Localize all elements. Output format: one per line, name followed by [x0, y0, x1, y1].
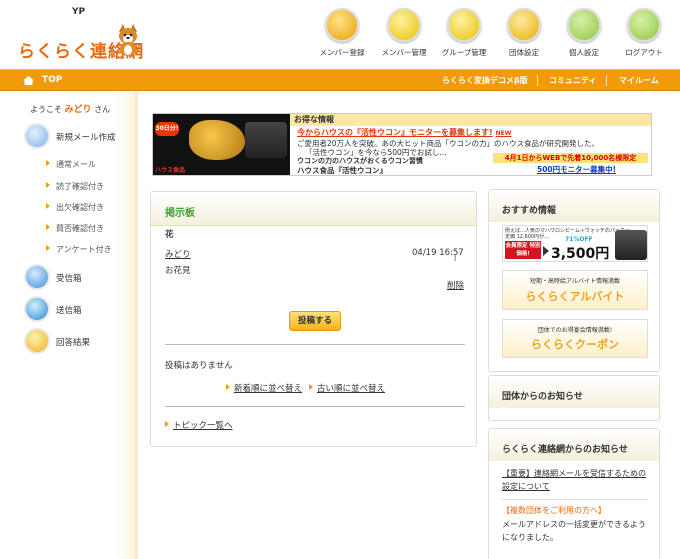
banner-brand: ハウス食品 [155, 167, 186, 174]
ad-member-badge: 会員限定 特別価格! [505, 241, 541, 259]
divider [165, 344, 465, 345]
nav-group-settings[interactable]: 団体設定 [494, 8, 554, 60]
ad-photo [615, 230, 647, 260]
news-item-body: メールアドレスの一括変更ができるようになりました。 [502, 520, 646, 542]
ad-price: 3,500円 [551, 246, 610, 262]
results-icon [24, 328, 50, 354]
banner-line5: ハウス食品『活性ウコン』 [297, 166, 387, 175]
sidebar-inbox[interactable]: 受信箱 [56, 272, 82, 284]
site-news-title: らくらく連絡網からのお知らせ [502, 445, 628, 455]
nav-member-register[interactable]: メンバー登録 [312, 8, 372, 60]
sidebar-results[interactable]: 回答結果 [56, 336, 90, 348]
promo-banner[interactable]: 30日分! ハウス食品 お得な情報 今からハウスの『活性ウコン』モニターを募集し… [152, 113, 652, 176]
new-mail-icon [24, 123, 50, 149]
news-item-title[interactable]: 【複数団体をご利用の方へ】 [502, 505, 606, 516]
text-cursor-icon: I [454, 254, 457, 263]
site-news-box: らくらく連絡網からのお知らせ 【重要】連絡網メールを受信するための設定について … [488, 428, 660, 559]
board-header: 掲示板 [151, 192, 476, 226]
page: YP らくらく連絡網 メンバー登録 メンバー管理 グループ管理 団体設定 個人設… [0, 0, 680, 559]
ad-arbeit[interactable]: 短期・高時給アルバイト情報満載 らくらくアルバイト [502, 270, 648, 310]
sidebar-item-attendance-confirm[interactable]: 出欠確認付き [46, 202, 104, 213]
nav-member-manage[interactable]: メンバー管理 [374, 8, 434, 60]
sort-oldest-link[interactable]: 古い順に並べ替え [309, 382, 385, 394]
no-posts-text: 投稿はありません [165, 361, 233, 371]
member-manage-icon [387, 8, 421, 42]
inbox-icon [24, 264, 50, 290]
bar-link-myroom[interactable]: マイルーム [619, 75, 659, 86]
post-body: お花見 [165, 266, 191, 276]
recommend-header: おすすめ情報 [489, 190, 659, 222]
product-pack-image [245, 122, 287, 158]
topic-title: 花 [165, 230, 174, 240]
sort-newest-link[interactable]: 新着順に並べ替え [226, 382, 302, 394]
sidebar-item-read-confirm[interactable]: 読了確認付き [46, 181, 104, 192]
sidebar-item-normal-mail[interactable]: 通常メール [46, 159, 96, 170]
post-button[interactable]: 投稿する [289, 311, 341, 331]
banner-badge: 30日分! [155, 122, 179, 136]
recommend-title: おすすめ情報 [502, 206, 557, 216]
divider [165, 406, 465, 407]
sidebar-item-vote-confirm[interactable]: 賛否確認付き [46, 223, 104, 234]
bar-separator [537, 75, 538, 86]
bar-link-decome[interactable]: らくらく変換デコメβ版 [442, 75, 528, 86]
nav-personal-settings[interactable]: 個人設定 [554, 8, 614, 60]
news-item-important[interactable]: 【重要】連絡網メールを受信するための設定について [502, 467, 652, 493]
home-icon [23, 76, 34, 85]
logout-icon [627, 8, 661, 42]
post-author[interactable]: みどり [165, 248, 191, 260]
welcome-text: ようこそ みどり さん [30, 105, 111, 115]
sidebar: ようこそ みどり さん 新規メール作成 通常メール 読了確認付き 出欠確認付き … [0, 92, 137, 559]
site-news-header: らくらく連絡網からのお知らせ [489, 429, 659, 461]
group-manage-icon [447, 8, 481, 42]
banner-promo2[interactable]: 500円モニター募集中! [537, 164, 647, 175]
bar-separator [606, 75, 607, 86]
sidebar-outbox[interactable]: 送信箱 [56, 304, 82, 316]
delete-link[interactable]: 削除 [447, 279, 464, 291]
dog-mascot-icon [119, 24, 137, 56]
group-news-box: 団体からのお知らせ [488, 375, 660, 421]
sidebar-border [135, 92, 138, 559]
arrow-right-icon [543, 246, 549, 256]
personal-settings-icon [567, 8, 601, 42]
banner-promo1: 4月1日からWEBで先着10,000名様限定 [493, 153, 648, 163]
divider [502, 499, 648, 500]
group-news-title: 団体からのお知らせ [502, 392, 583, 402]
board-title: 掲示板 [165, 208, 195, 219]
ad-coupon[interactable]: 団体でのお得宴会情報満載! らくらくクーポン [502, 319, 648, 358]
sidebar-new-mail[interactable]: 新規メール作成 [56, 131, 116, 143]
header: YP らくらく連絡網 メンバー登録 メンバー管理 グループ管理 団体設定 個人設… [0, 0, 680, 69]
member-register-icon [325, 8, 359, 42]
bulletin-board: 掲示板 花 みどり 04/19 16:57 I お花見 削除 投稿する 投稿はあ… [150, 191, 477, 447]
turmeric-image [189, 120, 245, 160]
group-news-header: 団体からのお知らせ [489, 376, 659, 408]
nav-logout[interactable]: ログアウト [614, 8, 674, 60]
user-name: みどり [64, 105, 92, 115]
outbox-icon [24, 296, 50, 322]
recommend-box: おすすめ情報 例えば…人気のマハワロンピーム＋ウォッチのパーカー 定価 12,6… [488, 189, 660, 372]
top-nav-bar: TOP らくらく変換デコメβ版 コミュニティ マイルーム [0, 69, 680, 91]
top-link[interactable]: TOP [42, 75, 62, 85]
banner-headline[interactable]: 今からハウスの『活性ウコン』モニターを募集します! NEW [297, 127, 511, 138]
sidebar-item-survey[interactable]: アンケート付き [46, 244, 112, 255]
brand-small: YP [72, 7, 86, 17]
ad-clothing[interactable]: 例えば…人気のマハワロンピーム＋ウォッチのパーカー 定価 12,600円が… 会… [502, 225, 648, 262]
banner-image: 30日分! ハウス食品 [153, 114, 290, 175]
banner-title: お得な情報 [290, 114, 651, 126]
topic-list-link[interactable]: トピック一覧へ [165, 419, 233, 431]
group-settings-icon [507, 8, 541, 42]
bar-link-community[interactable]: コミュニティ [549, 75, 597, 86]
nav-group-manage[interactable]: グループ管理 [434, 8, 494, 60]
